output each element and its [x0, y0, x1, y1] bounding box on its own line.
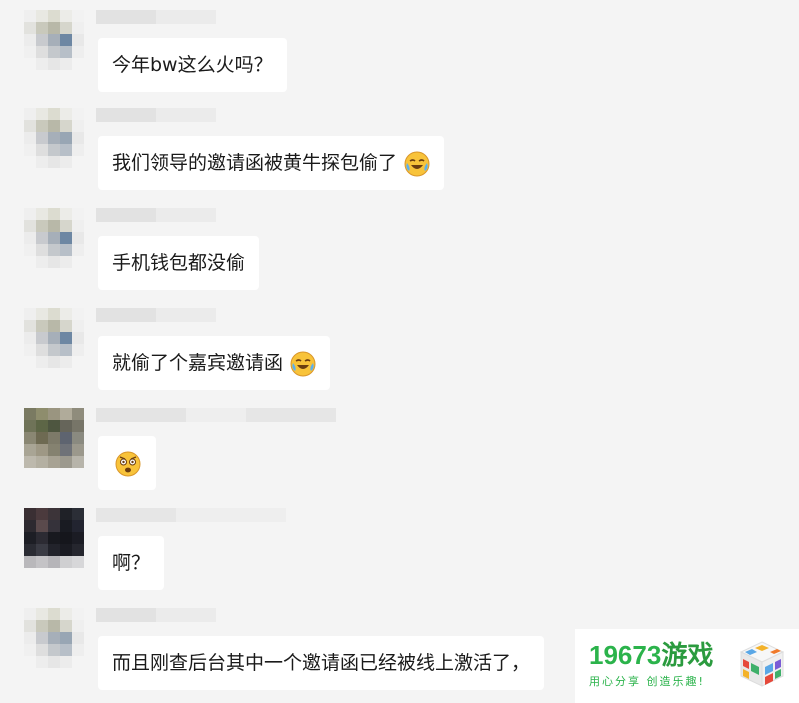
- avatar[interactable]: [24, 408, 84, 468]
- sender-name-blurred: [96, 108, 216, 122]
- avatar[interactable]: [24, 208, 84, 268]
- site-watermark: 19673游戏 用心分享 创造乐趣!: [575, 629, 799, 703]
- watermark-slogan: 用心分享 创造乐趣!: [589, 675, 705, 688]
- message-text: 今年bw这么火吗？: [112, 54, 273, 77]
- message-text: 就偷了个嘉宾邀请函: [112, 352, 284, 375]
- message-text: 手机钱包都没偷: [112, 252, 246, 275]
- message-text: 而且刚查后台其中一个邀请函已经被线上激活了，: [112, 652, 531, 675]
- watermark-title: 19673游戏: [589, 635, 713, 672]
- laughing-crying-emoji-icon: [404, 151, 430, 176]
- shocked-face-emoji-icon: [115, 451, 140, 476]
- message-bubble[interactable]: 就偷了个嘉宾邀请函: [98, 336, 331, 390]
- avatar[interactable]: [24, 608, 84, 668]
- watermark-cn: 游戏: [661, 640, 714, 670]
- message-bubble[interactable]: 我们领导的邀请函被黄牛探包偷了: [98, 136, 445, 190]
- sender-name-blurred: [96, 608, 216, 622]
- message-text: 啊？: [112, 552, 151, 575]
- sender-name-blurred: [96, 10, 216, 24]
- sender-name-blurred: [96, 208, 216, 222]
- message-bubble[interactable]: 手机钱包都没偷: [98, 236, 260, 290]
- avatar[interactable]: [24, 108, 84, 168]
- laughing-crying-emoji-icon: [290, 351, 316, 376]
- chat-history[interactable]: 今年bw这么火吗？ 我们领导的邀请函被黄牛探包偷了 手机钱包都没偷 就偷了个嘉宾…: [0, 0, 799, 703]
- sender-name-blurred: [96, 408, 336, 422]
- watermark-number: 19673: [589, 640, 662, 670]
- message-bubble[interactable]: 今年bw这么火吗？: [98, 38, 287, 92]
- sender-name-blurred: [96, 308, 216, 322]
- message-bubble[interactable]: [98, 436, 156, 490]
- avatar[interactable]: [24, 508, 84, 568]
- cube-logo-icon: [739, 641, 785, 687]
- avatar[interactable]: [24, 308, 84, 368]
- message-bubble[interactable]: 而且刚查后台其中一个邀请函已经被线上激活了，: [98, 636, 545, 690]
- message-bubble[interactable]: 啊？: [98, 536, 165, 590]
- message-text: 我们领导的邀请函被黄牛探包偷了: [112, 152, 398, 175]
- avatar[interactable]: [24, 10, 84, 70]
- watermark-text: 19673游戏 用心分享 创造乐趣!: [589, 635, 713, 689]
- sender-name-blurred: [96, 508, 286, 522]
